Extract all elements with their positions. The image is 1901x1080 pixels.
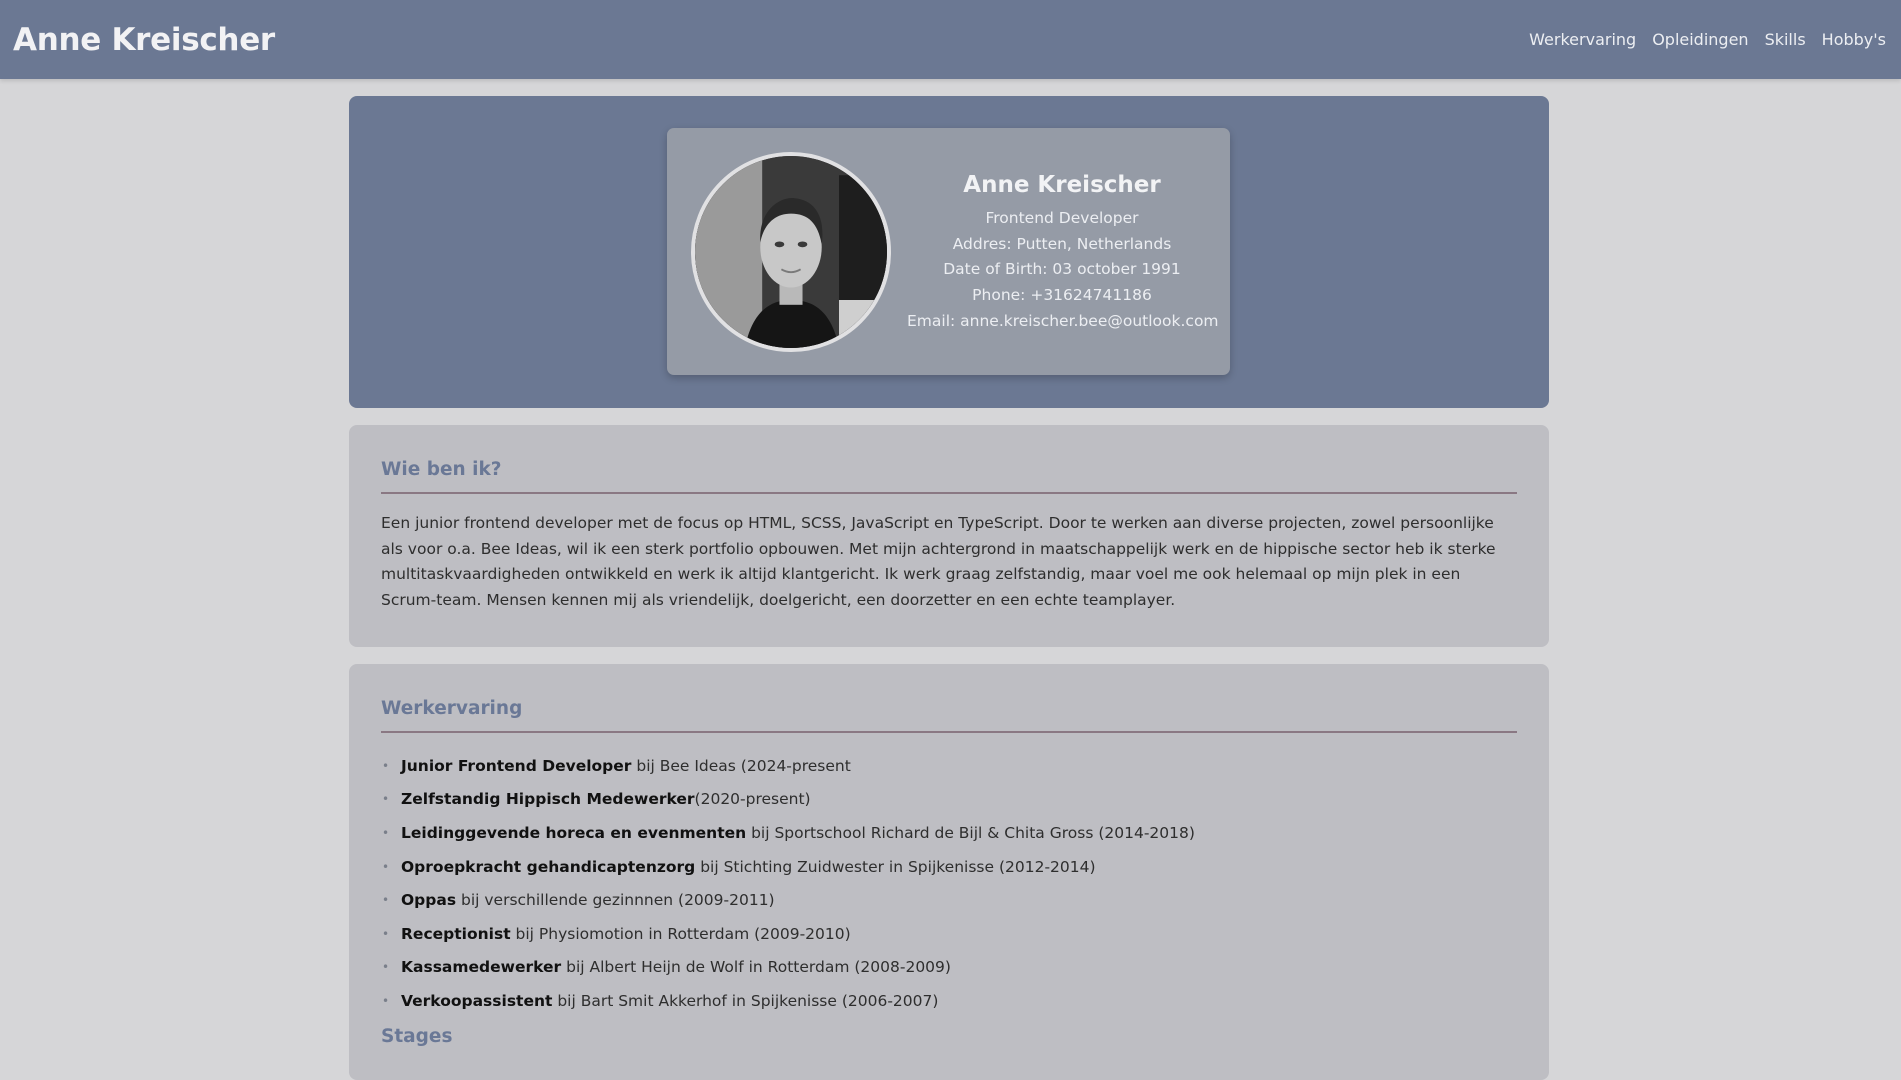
job-role: Oproepkracht gehandicaptenzorg (401, 857, 696, 876)
job-detail: bij Sportschool Richard de Bijl & Chita … (746, 824, 1195, 842)
experience-item: • Kassamedewerker bij Albert Heijn de Wol… (381, 951, 1517, 985)
bullet-icon: • (382, 993, 390, 1008)
nav-link-opleidingen[interactable]: Opleidingen (1652, 30, 1748, 49)
top-navbar: Anne Kreischer Werkervaring Opleidingen … (0, 0, 1901, 79)
job-role: Receptionist (401, 924, 511, 943)
internships-heading: Stages (381, 1025, 453, 1047)
bullet-icon: • (382, 792, 390, 807)
bullet-icon: • (382, 893, 390, 908)
experience-list: • Junior Frontend Developer bij Bee Ideas… (381, 750, 1517, 1019)
job-detail: (2020-present) (694, 790, 811, 809)
job-role: Kassamedewerker (401, 958, 562, 977)
bullet-icon: • (382, 960, 390, 975)
job-detail: bij Albert Heijn de Wolf in Rotterdam (2… (561, 958, 951, 977)
experience-item: • Receptionist bij Physiomotion in Rotter… (381, 918, 1517, 952)
experience-item: • Oproepkracht gehandicaptenzorg bij Stic… (381, 851, 1517, 885)
bullet-icon: • (382, 926, 390, 941)
job-role: Junior Frontend Developer (401, 756, 632, 775)
about-section: Wie ben ik? Een junior frontend develope… (349, 425, 1549, 647)
experience-heading: Werkervaring (381, 698, 1517, 733)
experience-item: • Junior Frontend Developer bij Bee Ideas… (381, 750, 1517, 784)
profile-address: Addres: Putten, Netherlands (952, 234, 1172, 253)
job-detail: bij Bart Smit Akkerhof in Spijkenisse (2… (552, 991, 939, 1010)
main-content: Anne Kreischer Frontend Developer Addres… (349, 96, 1549, 1080)
nav-link-werkervaring[interactable]: Werkervaring (1529, 30, 1636, 49)
profile-email: Email: anne.kreischer.bee@outlook.com (907, 311, 1219, 330)
experience-item: • Zelfstandig Hippisch Medewerker(2020-pr… (381, 783, 1517, 817)
job-detail: bij verschillende gezinnnen (2009-2011) (456, 891, 775, 910)
nav-link-skills[interactable]: Skills (1765, 30, 1806, 49)
job-role: Zelfstandig Hippisch Medewerker (401, 790, 695, 809)
job-detail: bij Bee Ideas (2024-present (631, 756, 851, 775)
about-heading: Wie ben ik? (381, 459, 1517, 494)
profile-birthdate: Date of Birth: 03 october 1991 (943, 260, 1181, 279)
profile-card: Anne Kreischer Frontend Developer Addres… (667, 128, 1230, 375)
nav-link-hobbys[interactable]: Hobby's (1822, 30, 1886, 49)
job-detail: bij Stichting Zuidwester in Spijkenisse … (695, 857, 1096, 876)
profile-role: Frontend Developer (985, 209, 1139, 227)
experience-item: • Oppas bij verschillende gezinnnen (2009… (381, 884, 1517, 918)
job-role: Oppas (401, 891, 457, 910)
bullet-icon: • (382, 826, 390, 840)
experience-section: Werkervaring • Junior Frontend Developer … (349, 663, 1549, 1080)
hero-section: Anne Kreischer Frontend Developer Addres… (349, 96, 1549, 408)
job-role: Leidinggevende horeca en evenmenten (401, 824, 747, 842)
bullet-icon: • (382, 758, 390, 773)
profile-photo (691, 152, 891, 352)
profile-info: Anne Kreischer Frontend Developer Addres… (907, 172, 1219, 335)
profile-name: Anne Kreischer (963, 172, 1161, 198)
job-detail: bij Physiomotion in Rotterdam (2009-2010… (510, 924, 851, 943)
site-brand[interactable]: Anne Kreischer (13, 22, 275, 58)
portrait-image (695, 156, 887, 348)
bullet-icon: • (382, 859, 390, 874)
experience-item: • Leidinggevende horeca en evenmenten bij… (381, 817, 1517, 851)
experience-item: • Verkoopassistent bij Bart Smit Akkerhof… (381, 985, 1517, 1019)
about-text: Een junior frontend developer met de foc… (381, 514, 1496, 610)
profile-phone: Phone: +31624741186 (972, 286, 1152, 305)
main-nav: Werkervaring Opleidingen Skills Hobby's (1529, 30, 1886, 49)
job-role: Verkoopassistent (401, 991, 553, 1010)
